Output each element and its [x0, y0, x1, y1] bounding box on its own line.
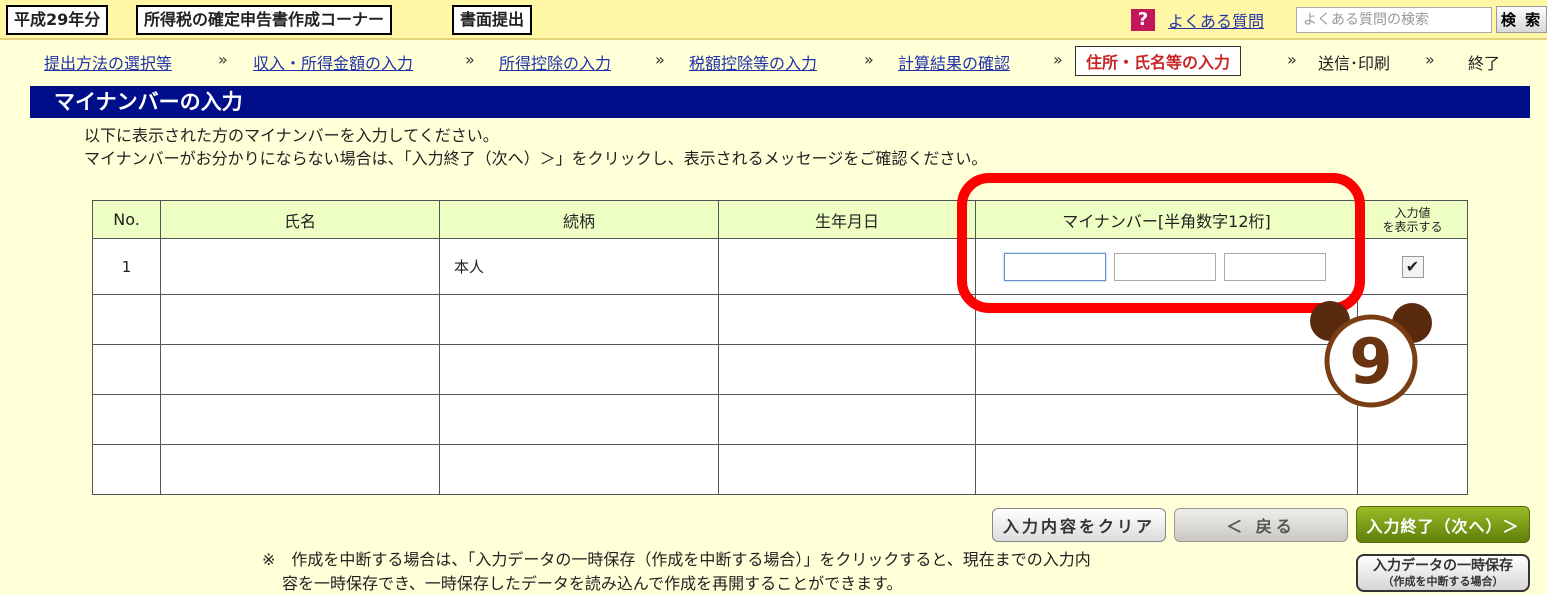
- question-icon[interactable]: ?: [1131, 9, 1155, 31]
- footnote-line: ※ 作成を中断する場合は、「入力データの一時保存（作成を中断する場合）」をクリッ…: [262, 550, 1091, 569]
- step-send-print: 送信･印刷: [1318, 54, 1391, 73]
- header-no: No.: [92, 200, 161, 239]
- instruction-line: マイナンバーがお分かりにならない場合は、「入力終了（次へ）＞」をクリックし、表示…: [84, 149, 988, 168]
- header-name: 氏名: [160, 200, 440, 239]
- table-row: [92, 444, 1468, 495]
- mynumber-input-3[interactable]: [1224, 252, 1326, 281]
- clear-input-button[interactable]: 入力内容をクリア: [992, 508, 1166, 542]
- finish-next-button[interactable]: 入力終了（次へ）＞: [1356, 506, 1530, 543]
- table-header-row: No. 氏名 続柄 生年月日 マイナンバー[半角数字12桁] 入力値 を表示する: [92, 200, 1468, 239]
- header-show-value: 入力値 を表示する: [1357, 200, 1468, 239]
- step-filing-method[interactable]: 提出方法の選択等: [44, 50, 172, 74]
- cell-show-value: ✔: [1357, 238, 1468, 295]
- cell-name: [160, 238, 440, 295]
- instruction-line: 以下に表示された方のマイナンバーを入力してください。: [84, 126, 499, 145]
- mynumber-input-2[interactable]: [1114, 252, 1216, 281]
- temp-save-label: 入力データの一時保存: [1373, 558, 1513, 574]
- top-bar: 平成29年分 所得税の確定申告書作成コーナー 書面提出 ? よくある質問 検 索: [0, 0, 1547, 40]
- submit-method-tag: 書面提出: [452, 5, 533, 35]
- back-button[interactable]: ＜ 戻る: [1174, 508, 1348, 542]
- step-separator: »: [1425, 50, 1435, 69]
- temp-save-sublabel: （作成を中断する場合）: [1382, 575, 1504, 588]
- step-number: 9: [1349, 325, 1392, 398]
- year-tag: 平成29年分: [6, 5, 109, 35]
- mynumber-inputs: [976, 252, 1357, 281]
- step-address-name-current: 住所・氏名等の入力: [1075, 46, 1242, 76]
- step-navigation: 提出方法の選択等 » 収入・所得金額の入力 » 所得控除の入力 » 税額控除等の…: [0, 46, 1547, 76]
- table-row: 1 本人 ✔: [92, 238, 1468, 295]
- footnote-line: 容を一時保存でき、一時保存したデータを読み込んで作成を再開することができます。: [282, 574, 903, 593]
- step-result-confirm[interactable]: 計算結果の確認: [898, 50, 1010, 74]
- step-separator: »: [1287, 50, 1297, 69]
- faq-search-input[interactable]: [1296, 7, 1492, 33]
- step-separator: »: [864, 50, 874, 69]
- mynumber-input-1[interactable]: [1004, 252, 1106, 281]
- step-income-input[interactable]: 収入・所得金額の入力: [253, 50, 413, 74]
- table-row: [92, 294, 1468, 345]
- cell-no: 1: [92, 238, 161, 295]
- step-deduction-input[interactable]: 所得控除の入力: [499, 50, 611, 74]
- step-tax-credit-input[interactable]: 税額控除等の入力: [689, 50, 817, 74]
- header-birthdate: 生年月日: [718, 200, 976, 239]
- table-row: [92, 344, 1468, 395]
- header-relation: 続柄: [439, 200, 719, 239]
- faq-link[interactable]: よくある質問: [1168, 8, 1264, 32]
- cell-mynumber: [975, 238, 1358, 295]
- temp-save-button[interactable]: 入力データの一時保存 （作成を中断する場合）: [1356, 554, 1530, 592]
- header-show-value-line2: を表示する: [1382, 219, 1443, 234]
- page-title: マイナンバーの入力: [30, 86, 1530, 118]
- cell-relation: 本人: [439, 238, 719, 295]
- instructions: 以下に表示された方のマイナンバーを入力してください。 マイナンバーがお分かりにな…: [84, 124, 987, 170]
- show-value-checkbox[interactable]: ✔: [1401, 255, 1424, 278]
- step-separator: »: [655, 50, 665, 69]
- footnote: ※ 作成を中断する場合は、「入力データの一時保存（作成を中断する場合）」をクリッ…: [262, 548, 1091, 595]
- step-separator: »: [1053, 50, 1063, 69]
- header-show-value-line1: 入力値: [1394, 205, 1431, 220]
- mynumber-table: No. 氏名 続柄 生年月日 マイナンバー[半角数字12桁] 入力値 を表示する…: [92, 200, 1468, 495]
- header-mynumber: マイナンバー[半角数字12桁]: [975, 200, 1358, 239]
- step-separator: »: [218, 50, 228, 69]
- panda-step-badge: 9: [1310, 301, 1432, 408]
- step-separator: »: [465, 50, 475, 69]
- search-button[interactable]: 検 索: [1496, 6, 1547, 33]
- step-finish: 終了: [1468, 54, 1501, 73]
- corner-title-tag: 所得税の確定申告書作成コーナー: [136, 5, 393, 35]
- cell-birthdate: [718, 238, 976, 295]
- table-row: [92, 394, 1468, 445]
